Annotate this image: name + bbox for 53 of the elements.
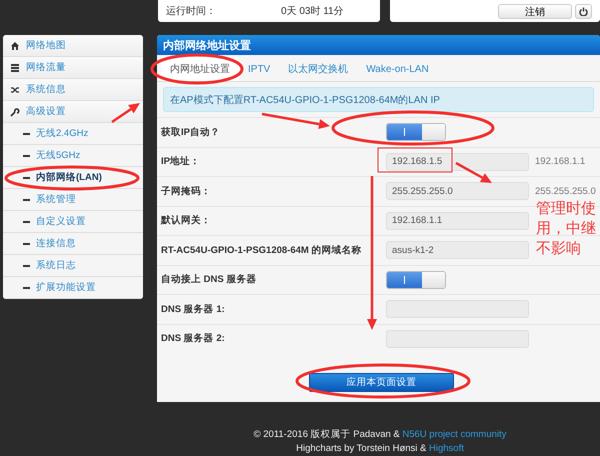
panel-title: 内部网络地址设置 [157,35,600,55]
footer-link[interactable]: Highsoft [429,443,464,454]
dash-icon [23,132,30,134]
toggle-switch[interactable] [386,123,446,142]
toggle-switch[interactable] [386,270,446,289]
annotation-arrow [455,162,492,183]
default-hint: 255.255.255.0 [535,186,596,197]
field-label: 自动接上 DNS 服务器 [161,273,258,286]
annotation-text: 管理时使用，中继不影响 [536,198,597,258]
field-label: 获取IP自动？ [161,126,221,139]
power-button[interactable] [575,4,592,18]
input-field[interactable]: 192.168.1.1 [386,212,529,230]
dash-icon [23,220,30,222]
power-icon [579,6,588,16]
sidebar-item[interactable]: 系统信息 [3,79,143,101]
input-field[interactable]: 255.255.255.0 [386,182,529,200]
dash-icon [23,242,30,244]
tab[interactable]: Wake-on-LAN [357,57,438,81]
default-hint: 192.168.1.1 [535,156,586,168]
sidebar-item[interactable]: 网络地图 [3,35,143,57]
footer-link[interactable]: N56U project community [402,429,506,440]
apply-button[interactable]: 应用本页面设置 [309,373,454,392]
home-icon [10,40,20,50]
field-label: DNS 服务器 2: [161,332,226,346]
dash-icon [23,198,30,200]
footer-credit: Highcharts by Torstein Hønsi & Highsoft [296,443,464,454]
uptime-label: 运行时间： [166,4,217,18]
dash-icon [23,264,30,266]
field-label: 默认网关： [161,214,212,228]
uptime-value: 0天 03时 11分 [281,4,344,18]
footer-credit: © 2011-2016 版权属于 Padavan & N56U project community [254,428,506,441]
field-label: IP地址： [161,155,201,168]
tab[interactable]: IPTV [239,57,280,81]
list-icon [10,62,20,72]
field-label: RT-AC54U-GPIO-1-PSG1208-64M 的网域名称 [161,244,362,257]
annotation-arrow [111,103,140,124]
input-field[interactable] [386,330,529,348]
annotation-arrow [262,112,330,129]
field-label: 子网掩码： [161,184,212,198]
input-field[interactable] [386,300,529,318]
tab[interactable]: 以太网交换机 [279,57,358,81]
wrench-icon [10,106,20,116]
input-field[interactable]: 192.168.1.5 [386,152,529,171]
dash-icon [23,286,30,288]
dash-icon [23,176,30,178]
input-field[interactable]: asus-k1-2 [386,241,529,260]
sidebar-item[interactable]: 高级设置 [3,101,143,123]
shuffle-icon [10,84,20,94]
logout-button[interactable]: 注销 [498,4,572,18]
info-banner: 在AP模式下配置RT-AC54U-GPIO-1-PSG1208-64M的LAN IP [163,87,594,112]
dash-icon [23,154,30,156]
field-label: DNS 服务器 1: [161,302,226,316]
sidebar-item[interactable]: 网络流量 [3,57,143,79]
